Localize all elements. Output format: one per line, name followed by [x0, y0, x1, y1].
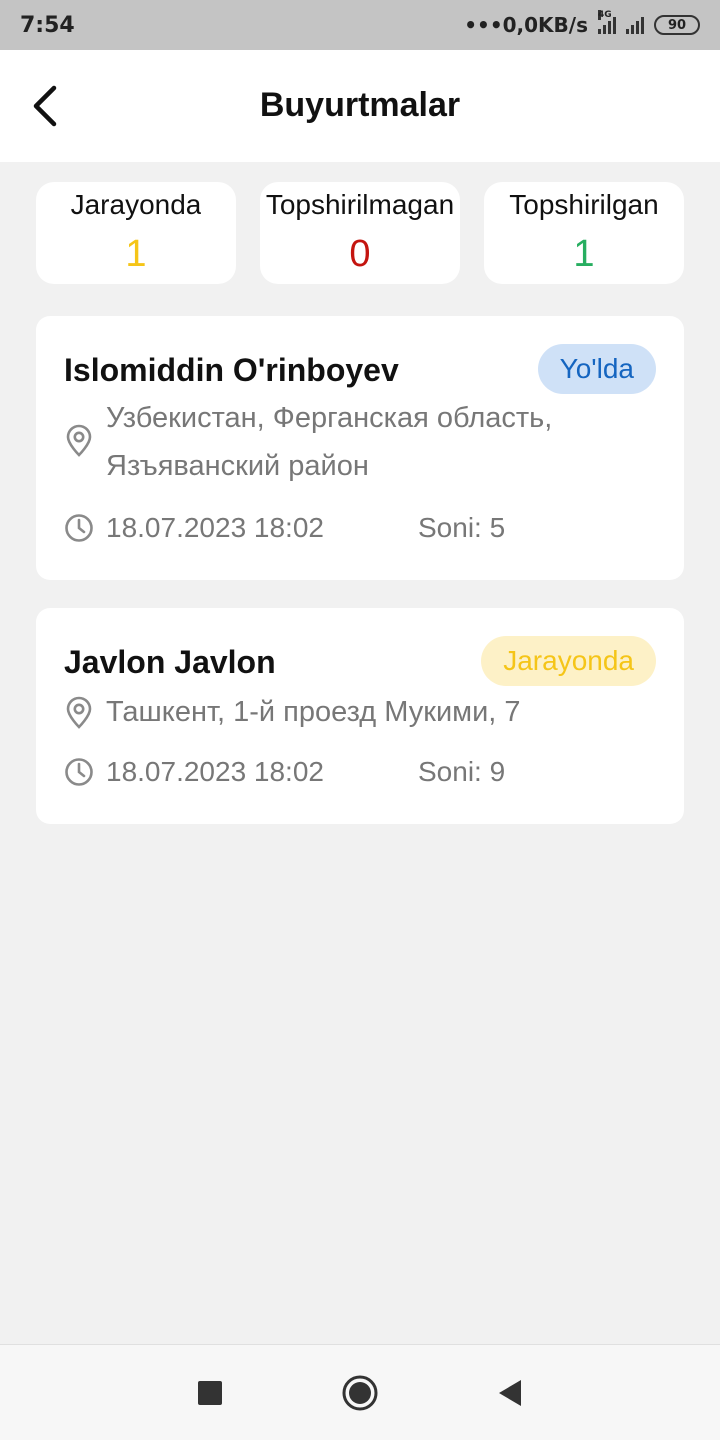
- summary-count: 0: [349, 233, 371, 275]
- summary-count: 1: [573, 233, 595, 275]
- status-indicators: •••0,0KB/s 4G 90: [464, 10, 700, 37]
- summary-label: Jarayonda: [70, 189, 202, 220]
- back-triangle-icon: [499, 1379, 521, 1406]
- summary-row: Jarayonda 1 Topshirilmagan 0 Topshirilga…: [36, 182, 684, 284]
- back-nav-button[interactable]: [485, 1368, 535, 1418]
- signal-icon: [626, 16, 644, 34]
- order-datetime: 18.07.2023 18:02: [106, 756, 324, 787]
- clock-icon: [65, 514, 93, 542]
- network-speed: •••0,0KB/s: [464, 13, 588, 37]
- summary-card-in-progress[interactable]: Jarayonda 1: [36, 182, 236, 284]
- order-quantity: Soni: 5: [418, 512, 506, 543]
- recents-square-icon: [198, 1380, 222, 1405]
- status-badge: Yo'lda: [537, 344, 656, 394]
- summary-label: Topshirilmagan: [265, 189, 455, 220]
- system-nav-bar: [0, 1344, 720, 1440]
- order-quantity: Soni: 9: [418, 756, 506, 787]
- home-circle-icon: [342, 1375, 378, 1410]
- status-badge: Jarayonda: [481, 636, 656, 686]
- address-text: Узбекистан, Ферганская область, Язъяванс…: [106, 402, 553, 482]
- order-meta: 18.07.2023 18:02 Soni: 9: [64, 756, 656, 788]
- summary-count: 1: [125, 233, 147, 275]
- battery-icon: 90: [654, 15, 700, 35]
- order-meta: 18.07.2023 18:02 Soni: 5: [64, 512, 656, 544]
- battery-level: 90: [667, 17, 687, 33]
- order-card[interactable]: Javlon Javlon Jarayonda Ташкент, 1-й про…: [36, 608, 684, 824]
- summary-label: Topshirilgan: [509, 189, 659, 220]
- order-card[interactable]: Islomiddin O'rinboyev Yo'lda Узбекистан,…: [36, 316, 684, 580]
- network-type: 4G: [598, 10, 612, 20]
- recents-button[interactable]: [185, 1368, 235, 1418]
- summary-card-delivered[interactable]: Topshirilgan 1: [484, 182, 684, 284]
- status-bar: 7:54 •••0,0KB/s 4G 90: [0, 0, 720, 50]
- page-title: Buyurtmalar: [259, 86, 461, 124]
- app-header: Buyurtmalar: [0, 50, 720, 162]
- status-time: 7:54: [20, 12, 75, 38]
- location-pin-icon: [66, 424, 92, 457]
- address-row: Узбекистан, Ферганская область, Язъяванс…: [64, 394, 624, 490]
- customer-name: Javlon Javlon: [64, 644, 276, 680]
- location-pin-icon: [66, 696, 92, 729]
- clock-icon: [65, 758, 93, 786]
- home-button[interactable]: [335, 1368, 385, 1418]
- customer-name: Islomiddin O'rinboyev: [64, 352, 399, 388]
- order-datetime: 18.07.2023 18:02: [106, 512, 324, 543]
- summary-card-not-delivered[interactable]: Topshirilmagan 0: [260, 182, 460, 284]
- address-text: Ташкент, 1-й проезд Мукими, 7: [106, 696, 521, 728]
- signal-4g-icon: 4G: [598, 10, 616, 34]
- address-row: Ташкент, 1-й проезд Мукими, 7: [64, 688, 624, 736]
